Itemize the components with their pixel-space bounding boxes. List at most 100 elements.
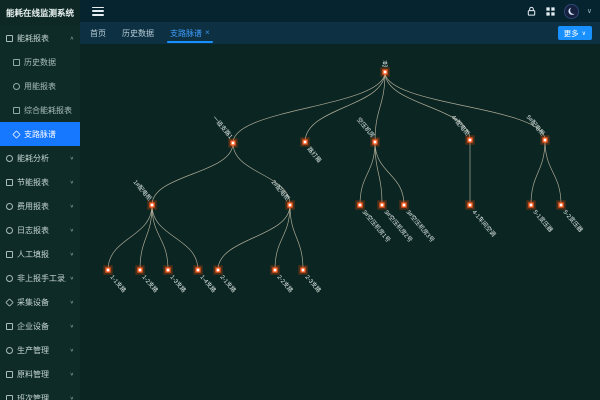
tree-node[interactable]	[150, 203, 154, 207]
tree-node-label: 4-1车间空调	[470, 208, 497, 238]
top-header: ∨	[80, 0, 600, 22]
sidebar-item-label: 节能报表	[17, 177, 66, 188]
sidebar-item[interactable]: 能耗报表∧	[0, 26, 80, 50]
sidebar-item-label: 用能报表	[24, 81, 74, 92]
tree-edge	[152, 143, 233, 205]
sidebar-item[interactable]: 原料管理 ∨	[0, 362, 80, 386]
tree-node[interactable]	[301, 268, 305, 272]
sidebar-item[interactable]: 班次管理∨	[0, 386, 80, 400]
tree-node[interactable]	[373, 140, 377, 144]
more-button[interactable]: 更多 ∨	[558, 26, 592, 40]
history-data-icon	[13, 59, 20, 66]
tab-bar: 首页 历史数据 支路脉谱× 更多 ∨	[80, 22, 600, 44]
tree-node-label: 5#配电柜	[525, 113, 547, 137]
tree-node[interactable]	[106, 268, 110, 272]
tab-label: 支路脉谱	[170, 28, 202, 39]
sidebar-item-label: 能耗分析	[17, 153, 66, 164]
chevron-down-icon: ∨	[582, 30, 586, 37]
tree-node-label: 2#配电柜	[270, 178, 292, 202]
manual-entry-icon	[6, 251, 13, 258]
sidebar-item[interactable]: 历史数据	[0, 50, 80, 74]
sidebar-item-label: 费用报表	[17, 201, 66, 212]
tree-node[interactable]	[196, 268, 200, 272]
close-icon[interactable]: ×	[205, 29, 210, 37]
tab[interactable]: 历史数据	[120, 22, 156, 44]
tree-node-label: 1#配电柜	[132, 178, 154, 202]
chevron-down-icon: ∨	[70, 395, 74, 400]
sidebar-item-label: 企业设备	[17, 321, 66, 332]
tree-node[interactable]	[468, 203, 472, 207]
tab-label: 历史数据	[122, 28, 154, 39]
tree-node[interactable]	[383, 70, 387, 74]
sidebar-item-label: 综合能耗报表	[24, 105, 74, 116]
chevron-down-icon[interactable]: ∨	[587, 7, 592, 15]
tree-node[interactable]	[468, 138, 472, 142]
lock-icon[interactable]	[526, 6, 537, 17]
sidebar-item[interactable]: 费用报表∨	[0, 194, 80, 218]
app-title: 能耗在线监测系统	[0, 0, 80, 26]
sidebar-item-label: 人工填报	[17, 249, 66, 260]
tree-node-label: 2-2支路	[275, 273, 294, 294]
sidebar-item[interactable]: 节能报表∨	[0, 170, 80, 194]
tree-node-label: 5-2变压器	[561, 208, 584, 234]
sidebar-item[interactable]: 支路脉谱	[0, 122, 80, 146]
tree-edge	[531, 140, 545, 205]
tree-edge	[152, 205, 168, 270]
tree-edge	[545, 140, 561, 205]
sidebar-item[interactable]: 能耗分析 ∨	[0, 146, 80, 170]
user-avatar[interactable]	[564, 4, 579, 19]
tree-node-label: 1-1支路	[108, 273, 127, 294]
sidebar-item[interactable]: 日志报表∨	[0, 218, 80, 242]
sidebar-item[interactable]: 用能报表	[0, 74, 80, 98]
sidebar-item-label: 历史数据	[24, 57, 74, 68]
tree-node-label: 5-1变压器	[531, 208, 554, 234]
tree-node[interactable]	[559, 203, 563, 207]
tree-node[interactable]	[273, 268, 277, 272]
tree-node[interactable]	[543, 138, 547, 142]
tree-node[interactable]	[358, 203, 362, 207]
sidebar-item[interactable]: 生产管理∨	[0, 338, 80, 362]
sidebar-item-label: 生产管理	[17, 345, 66, 356]
tab[interactable]: 首页	[88, 22, 108, 44]
fullscreen-grid-icon[interactable]	[545, 6, 556, 17]
branch-tree-canvas[interactable]: 总一级支路1路灯箱空压机房4#配电柜5#配电柜1#配电柜2#配电柜3#空压机房1…	[80, 44, 600, 400]
sidebar-item-label: 能耗报表	[17, 33, 66, 44]
tree-node[interactable]	[216, 268, 220, 272]
tree-edge	[385, 72, 470, 140]
tree-node[interactable]	[138, 268, 142, 272]
hamburger-menu-icon[interactable]	[92, 7, 104, 16]
sidebar-item-label: 支路脉谱	[24, 129, 74, 140]
sidebar-item[interactable]: 综合能耗报表	[0, 98, 80, 122]
tab[interactable]: 支路脉谱×	[168, 22, 212, 44]
chevron-down-icon: ∨	[70, 371, 74, 377]
tree-node-label: 空压机房	[355, 116, 377, 140]
collector-device-icon	[5, 298, 13, 306]
more-button-label: 更多	[564, 28, 579, 39]
analysis-icon	[6, 155, 13, 162]
tree-node[interactable]	[231, 141, 235, 145]
tree-node[interactable]	[166, 268, 170, 272]
sidebar-item[interactable]: 人工填报∨	[0, 242, 80, 266]
tab-label: 首页	[90, 28, 106, 39]
offline-entry-icon	[6, 275, 13, 282]
tree-edge	[108, 205, 152, 270]
sidebar-item[interactable]: 非上报手工录入∨	[0, 266, 80, 290]
tree-node[interactable]	[303, 140, 307, 144]
sidebar-item[interactable]: 采集设备∨	[0, 290, 80, 314]
tree-node-label: 2-1支路	[218, 273, 237, 294]
tree-node[interactable]	[380, 203, 384, 207]
tree-node-label: 4#配电柜	[450, 113, 472, 137]
chevron-down-icon: ∨	[70, 299, 74, 305]
chevron-down-icon: ∨	[70, 155, 74, 161]
sidebar-item[interactable]: 企业设备 ∨	[0, 314, 80, 338]
tree-node[interactable]	[288, 203, 292, 207]
tabs-container: 首页 历史数据 支路脉谱×	[88, 22, 212, 44]
tree-node[interactable]	[402, 203, 406, 207]
production-icon	[6, 347, 13, 354]
sidebar-item-label: 非上报手工录入	[17, 273, 66, 284]
tree-node[interactable]	[529, 203, 533, 207]
tree-node-label: 路灯箱	[305, 145, 323, 164]
chevron-down-icon: ∨	[70, 323, 74, 329]
sidebar-item-label: 原料管理	[17, 369, 66, 380]
tree-node-label: 1-3支路	[168, 273, 187, 294]
